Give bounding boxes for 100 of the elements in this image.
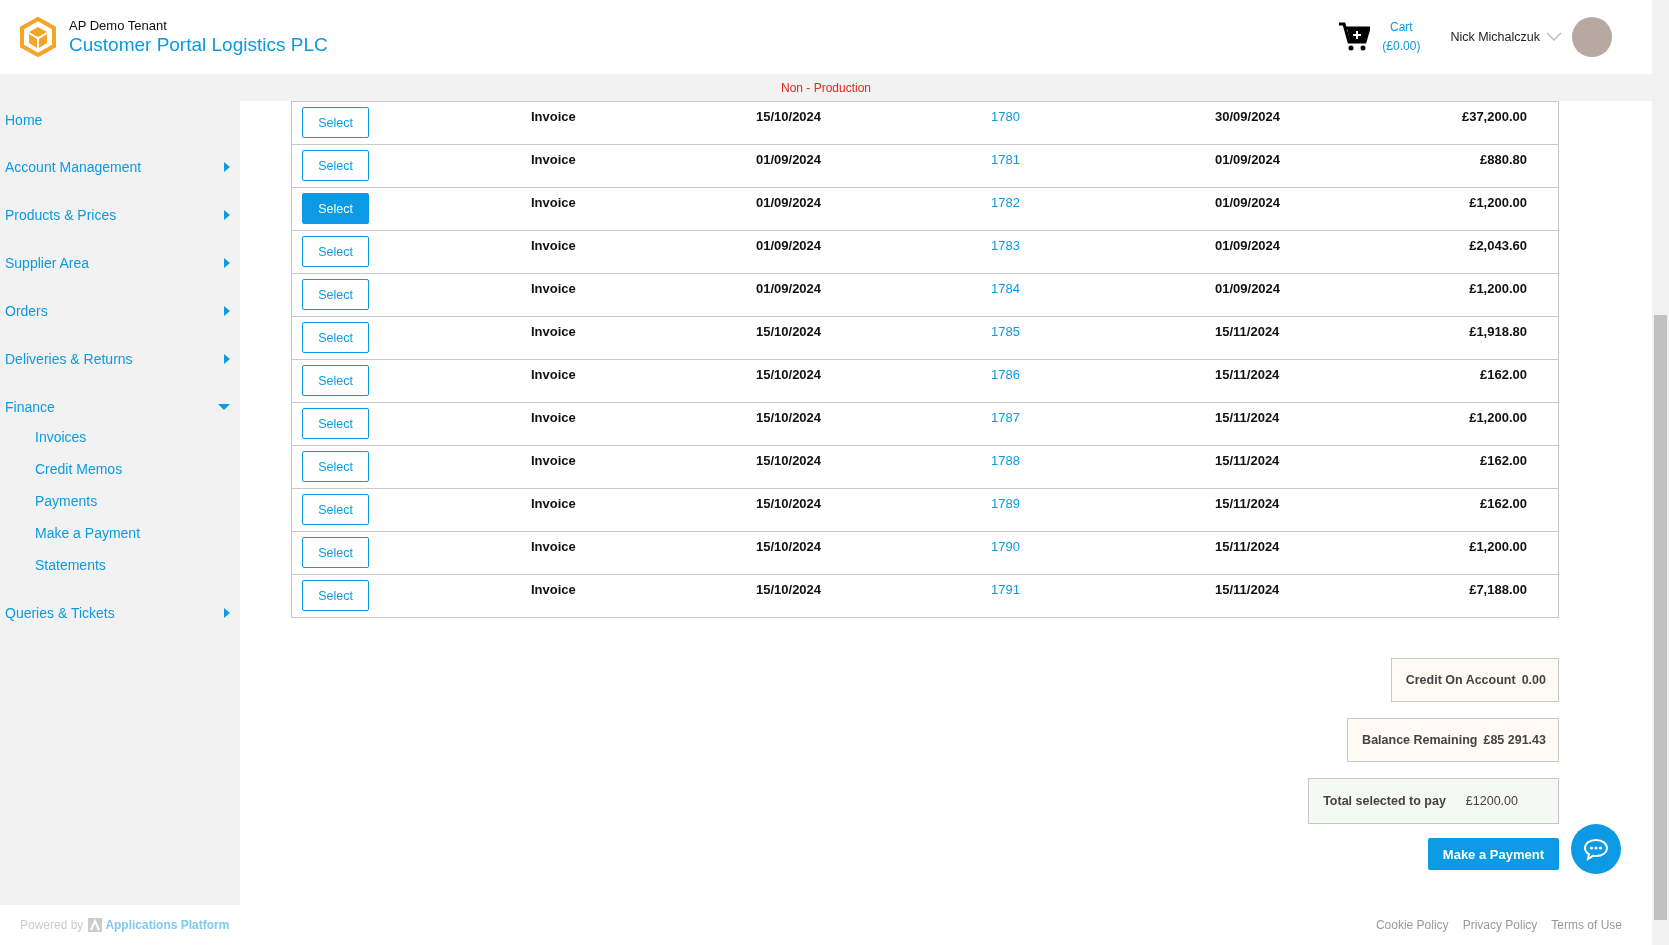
- document-number-link[interactable]: 1787: [991, 410, 1020, 425]
- document-number-link[interactable]: 1783: [991, 238, 1020, 253]
- table-cell: £1,918.80: [1469, 324, 1527, 339]
- table-cell: Invoice: [531, 410, 576, 425]
- sidebar-item[interactable]: Home: [0, 105, 240, 135]
- table-cell: 15/10/2024: [756, 410, 822, 425]
- footer-link[interactable]: Privacy Policy: [1462, 918, 1538, 932]
- table-cell: 15/10/2024: [756, 324, 822, 339]
- chat-button[interactable]: [1571, 824, 1621, 874]
- summary-value: £85 291.43: [1483, 733, 1546, 747]
- table-cell: 15/11/2024: [1215, 453, 1280, 468]
- table-cell: Invoice: [531, 582, 576, 597]
- table-cell: £880.80: [1480, 152, 1527, 167]
- sidebar-item[interactable]: Deliveries & Returns: [0, 335, 240, 383]
- platform-logo-icon: [88, 918, 103, 932]
- cart-link[interactable]: Cart: [1390, 18, 1413, 37]
- summary-value: 0.00: [1521, 673, 1546, 687]
- table-cell: 15/11/2024: [1215, 410, 1280, 425]
- sidebar-subitem[interactable]: Make a Payment: [0, 517, 240, 549]
- summary-label: Credit On Account: [1405, 673, 1516, 687]
- select-button[interactable]: Select: [302, 279, 369, 310]
- tenant-name: AP Demo Tenant: [69, 18, 168, 33]
- footer-link[interactable]: Cookie Policy: [1375, 918, 1449, 932]
- sidebar-subitem[interactable]: Payments: [0, 485, 240, 517]
- table-cell: 01/09/2024: [1215, 238, 1281, 253]
- cart-icon[interactable]: [1338, 21, 1371, 53]
- select-button[interactable]: Select: [302, 408, 369, 439]
- sidebar-subitem[interactable]: Statements: [0, 549, 240, 581]
- select-button[interactable]: Select: [302, 236, 369, 267]
- summary-label: Total selected to pay: [1323, 794, 1446, 808]
- select-button[interactable]: Select: [302, 494, 369, 525]
- table-cell: 30/09/2024: [1215, 109, 1281, 124]
- select-button[interactable]: Select: [302, 365, 369, 396]
- table-cell: 15/10/2024: [756, 539, 822, 554]
- sidebar-subitem[interactable]: Credit Memos: [0, 453, 240, 485]
- table-cell: Invoice: [531, 195, 576, 210]
- company-name: Customer Portal Logistics PLC: [69, 34, 328, 56]
- document-number-link[interactable]: 1785: [991, 324, 1020, 339]
- summary-label: Balance Remaining: [1362, 733, 1478, 747]
- table-cell: 01/09/2024: [756, 195, 822, 210]
- hexagon-cube-logo: [19, 17, 57, 57]
- avatar[interactable]: [1572, 17, 1612, 57]
- table-cell: 15/11/2024: [1215, 324, 1280, 339]
- select-button[interactable]: Select: [302, 107, 369, 138]
- make-payment-button[interactable]: Make a Payment: [1427, 838, 1559, 870]
- table-cell: 15/10/2024: [756, 496, 822, 511]
- environment-label: Non - Production: [780, 80, 871, 95]
- table-cell: 01/09/2024: [756, 152, 822, 167]
- table-cell: 01/09/2024: [1215, 281, 1281, 296]
- scrollbar[interactable]: [1652, 0, 1669, 945]
- table-cell: Invoice: [531, 281, 576, 296]
- table-cell: 15/10/2024: [756, 367, 822, 382]
- table-cell: 01/09/2024: [1215, 152, 1281, 167]
- table-cell: £162.00: [1480, 453, 1527, 468]
- select-button[interactable]: Select: [302, 150, 369, 181]
- document-number-link[interactable]: 1781: [991, 152, 1020, 167]
- select-button[interactable]: Select: [302, 580, 369, 611]
- select-button[interactable]: Select: [302, 322, 369, 353]
- table-cell: £2,043.60: [1469, 238, 1527, 253]
- table-cell: £1,200.00: [1469, 539, 1527, 554]
- footer-link[interactable]: Terms of Use: [1551, 918, 1622, 932]
- table-cell: 15/10/2024: [756, 109, 822, 124]
- sidebar-item[interactable]: Account Management: [0, 143, 240, 191]
- table-cell: Invoice: [531, 238, 576, 253]
- table-cell: Invoice: [531, 367, 576, 382]
- chevron-down-icon[interactable]: [1546, 32, 1562, 42]
- table-cell: £7,188.00: [1469, 582, 1527, 597]
- chat-icon: [1583, 837, 1609, 861]
- sidebar-item[interactable]: Orders: [0, 287, 240, 335]
- document-number-link[interactable]: 1791: [991, 582, 1020, 597]
- table-cell: 15/11/2024: [1215, 367, 1280, 382]
- sidebar-item[interactable]: Supplier Area: [0, 239, 240, 287]
- platform-link[interactable]: Applications Platform: [105, 918, 230, 932]
- document-number-link[interactable]: 1786: [991, 367, 1020, 382]
- table-cell: 15/11/2024: [1215, 582, 1280, 597]
- select-button[interactable]: Select: [302, 537, 369, 568]
- table-cell: £1,200.00: [1469, 281, 1527, 296]
- document-number-link[interactable]: 1782: [991, 195, 1020, 210]
- document-number-link[interactable]: 1788: [991, 453, 1020, 468]
- select-button[interactable]: Select: [302, 451, 369, 482]
- table-cell: 15/10/2024: [756, 453, 822, 468]
- document-number-link[interactable]: 1784: [991, 281, 1020, 296]
- table-cell: £162.00: [1480, 367, 1527, 382]
- summary-value: £1200.00: [1465, 794, 1518, 808]
- user-name[interactable]: Nick Michalczuk: [1450, 30, 1540, 44]
- table-cell: Invoice: [531, 324, 576, 339]
- document-number-link[interactable]: 1780: [991, 109, 1020, 124]
- select-button[interactable]: Select: [302, 193, 369, 224]
- table-cell: 01/09/2024: [756, 281, 822, 296]
- table-cell: 15/11/2024: [1215, 496, 1280, 511]
- document-number-link[interactable]: 1789: [991, 496, 1020, 511]
- table-cell: Invoice: [531, 539, 576, 554]
- sidebar-item[interactable]: Queries & Tickets: [0, 589, 240, 637]
- sidebar-item[interactable]: Products & Prices: [0, 191, 240, 239]
- table-cell: 15/11/2024: [1215, 539, 1280, 554]
- table-cell: £1,200.00: [1469, 410, 1527, 425]
- table-cell: Invoice: [531, 109, 576, 124]
- table-cell: 01/09/2024: [756, 238, 822, 253]
- document-number-link[interactable]: 1790: [991, 539, 1020, 554]
- table-cell: 01/09/2024: [1215, 195, 1281, 210]
